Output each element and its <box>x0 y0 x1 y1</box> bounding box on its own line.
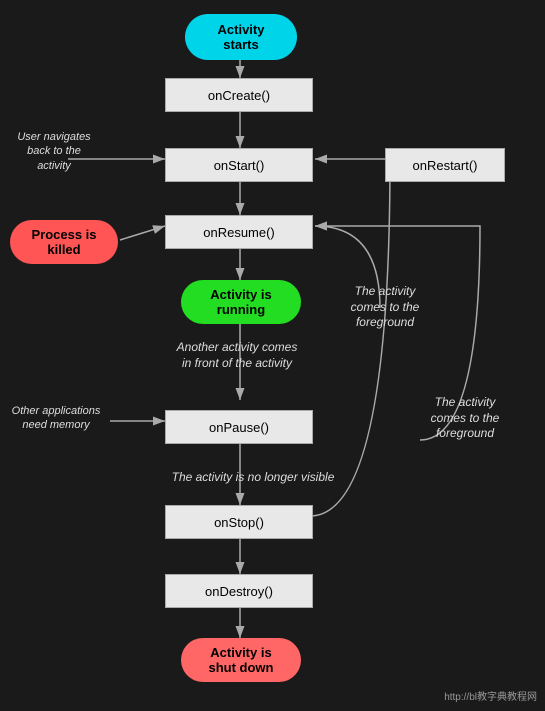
foreground-text-1: The activity comes to the foreground <box>351 284 420 329</box>
activity-starts-node: Activity starts <box>185 14 297 60</box>
watermark: http://bl教字典教程网 <box>444 688 537 703</box>
another-activity-text: Another activity comes in front of the a… <box>177 340 298 370</box>
process-killed-node: Process is killed <box>10 220 118 264</box>
foreground-label-1: The activity comes to the foreground <box>335 284 435 331</box>
on-pause-label: onPause() <box>209 420 269 435</box>
activity-running-label: Activity is running <box>210 287 271 317</box>
on-create-label: onCreate() <box>208 88 270 103</box>
other-apps-text: Other applications need memory <box>12 405 101 431</box>
activity-starts-label: Activity starts <box>218 22 265 52</box>
on-destroy-node: onDestroy() <box>165 574 313 608</box>
process-killed-label: Process is killed <box>31 227 96 257</box>
not-visible-label: The activity is no longer visible <box>148 470 358 486</box>
on-resume-node: onResume() <box>165 215 313 249</box>
activity-shutdown-node: Activity is shut down <box>181 638 301 682</box>
on-stop-label: onStop() <box>214 515 264 530</box>
on-pause-node: onPause() <box>165 410 313 444</box>
other-apps-label: Other applications need memory <box>4 404 108 433</box>
on-restart-node: onRestart() <box>385 148 505 182</box>
not-visible-text: The activity is no longer visible <box>172 470 335 484</box>
on-start-label: onStart() <box>214 158 265 173</box>
foreground-label-2: The activity comes to the foreground <box>410 395 520 442</box>
on-create-node: onCreate() <box>165 78 313 112</box>
activity-running-node: Activity is running <box>181 280 301 324</box>
lifecycle-diagram: Activity starts onCreate() User navigate… <box>0 0 545 711</box>
foreground-text-2: The activity comes to the foreground <box>431 395 500 440</box>
on-resume-label: onResume() <box>203 225 275 240</box>
on-start-node: onStart() <box>165 148 313 182</box>
on-destroy-label: onDestroy() <box>205 584 273 599</box>
on-restart-label: onRestart() <box>412 158 477 173</box>
another-activity-label: Another activity comes in front of the a… <box>158 340 316 371</box>
activity-shutdown-label: Activity is shut down <box>209 645 274 675</box>
user-navigates-label: User navigates back to the activity <box>4 130 104 173</box>
on-stop-node: onStop() <box>165 505 313 539</box>
user-navigates-text: User navigates back to the activity <box>17 130 90 173</box>
